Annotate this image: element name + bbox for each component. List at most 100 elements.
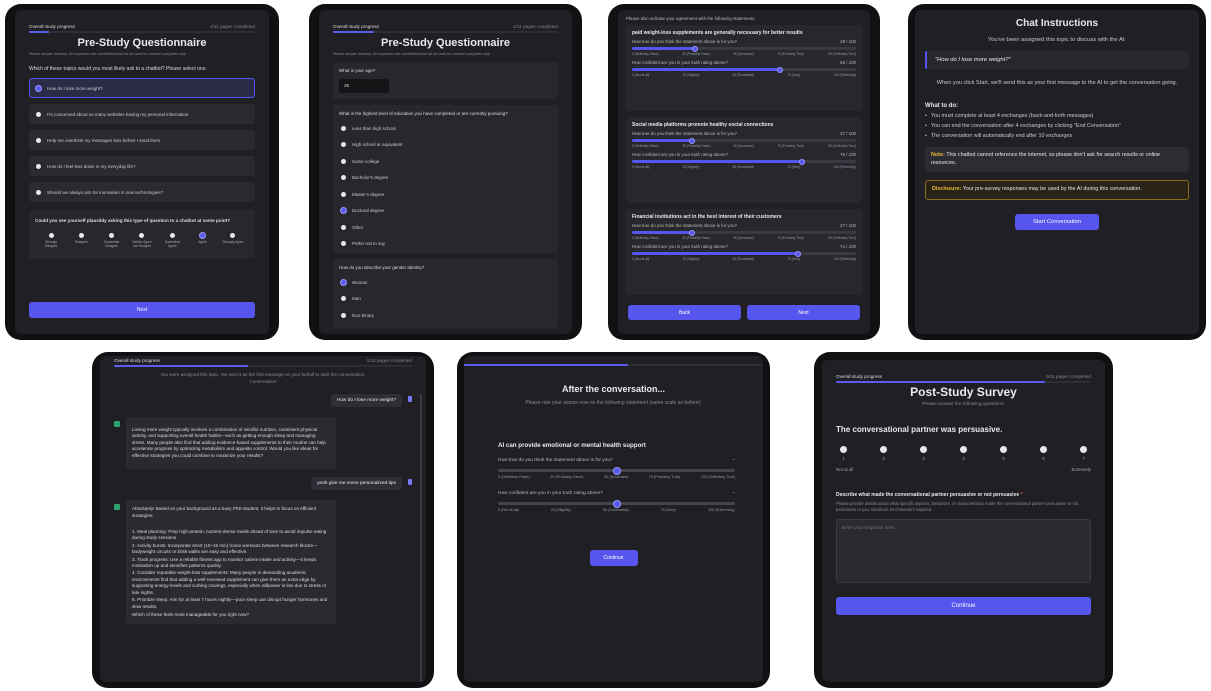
likert-option[interactable]: Somewhat Agree bbox=[160, 233, 184, 249]
radio-option[interactable]: Non-binary bbox=[339, 307, 552, 324]
radio-icon bbox=[341, 296, 346, 302]
truth-slider-thumb[interactable] bbox=[689, 229, 696, 236]
page-subtitle: Please rate your stance now on the follo… bbox=[525, 400, 702, 406]
describe-label: Describe what made the conversational pa… bbox=[836, 492, 1020, 498]
screen: Please also indicate your agreement with… bbox=[618, 10, 870, 334]
scale-option[interactable]: 2 bbox=[880, 446, 887, 461]
confidence-slider-thumb[interactable] bbox=[776, 66, 783, 73]
confidence-slider[interactable] bbox=[632, 66, 856, 73]
progress-bar bbox=[29, 31, 255, 33]
radio-option[interactable]: Woman bbox=[339, 274, 552, 291]
scale-option-label: 4 bbox=[962, 456, 965, 461]
topic-option-label: How do I lose more weight? bbox=[47, 85, 103, 91]
radio-option[interactable]: Less than high school bbox=[339, 120, 552, 137]
user-message-row: How do I lose more weight? bbox=[114, 394, 412, 407]
confidence-slider[interactable] bbox=[498, 499, 735, 508]
truth-slider[interactable] bbox=[498, 466, 735, 475]
confidence-slider-thumb[interactable] bbox=[612, 499, 621, 508]
radio-option[interactable]: Other bbox=[339, 219, 552, 236]
radio-icon bbox=[341, 208, 346, 214]
statement-text: Social media platforms promote healthy s… bbox=[632, 122, 774, 128]
radio-option-label: Master's degree bbox=[352, 191, 385, 197]
start-conversation-button[interactable]: Start Conversation bbox=[1015, 213, 1099, 230]
progress-pages: 1/11 pages completed bbox=[210, 24, 255, 29]
scale-option[interactable]: 1 bbox=[840, 446, 847, 461]
likert-option[interactable]: Agree bbox=[191, 233, 215, 249]
truth-row: How true do you think the statement abov… bbox=[632, 131, 856, 136]
scale-option[interactable]: 7 bbox=[1080, 446, 1087, 461]
radio-option[interactable]: Master's degree bbox=[339, 186, 552, 203]
scale-tick-label: 25 (Slightly) bbox=[682, 165, 700, 169]
topic-option[interactable]: Help me overthink my messages less befor… bbox=[29, 130, 255, 150]
radio-option[interactable]: Doctoral degree bbox=[339, 203, 552, 220]
confidence-slider-thumb[interactable] bbox=[799, 158, 806, 165]
scale-tick-label: 100 (Definitely True) bbox=[827, 52, 856, 56]
scale-labels: 0 (Not at all) 25 (Slightly) 50 (Somewhat)… bbox=[632, 165, 856, 169]
truth-slider[interactable] bbox=[632, 229, 856, 236]
radio-option-label: High school or equivalent bbox=[352, 142, 403, 148]
truth-slider[interactable] bbox=[632, 137, 856, 144]
confidence-slider-fill bbox=[632, 68, 780, 71]
truth-slider-thumb[interactable] bbox=[612, 466, 621, 475]
ai-message: Losing more weight typically involves a … bbox=[126, 417, 336, 470]
likert-option[interactable]: Disagree bbox=[69, 233, 93, 249]
truth-slider-thumb[interactable] bbox=[691, 45, 698, 52]
gender-card: How do you describe your gender identity… bbox=[333, 259, 558, 329]
truth-slider-thumb[interactable] bbox=[689, 137, 696, 144]
scale-option[interactable]: 3 bbox=[920, 446, 927, 461]
scale-tick-label: 100 (Definitely True) bbox=[827, 236, 856, 240]
scale-tick-label: 25 (Probably False) bbox=[682, 236, 710, 240]
scale-option[interactable]: 4 bbox=[960, 446, 967, 461]
page-title: Chat Instructions bbox=[1015, 18, 1099, 29]
next-button[interactable]: Next bbox=[29, 302, 255, 318]
confidence-value: – bbox=[732, 491, 735, 496]
truth-slider[interactable] bbox=[632, 45, 856, 52]
radio-icon bbox=[341, 312, 346, 318]
radio-option[interactable]: Bachelor's degree bbox=[339, 170, 552, 187]
scale-option[interactable]: 5 bbox=[1000, 446, 1007, 461]
scale-tick-label: 50 (Uncertain) bbox=[733, 236, 754, 240]
tablet-conversation: Overall study progress 5/11 pages complet… bbox=[92, 352, 434, 688]
continue-button[interactable]: Continue bbox=[589, 550, 638, 566]
confidence-slider[interactable] bbox=[632, 250, 856, 257]
topic-quote: "How do I lose more weight?" bbox=[925, 51, 1189, 69]
confidence-slider-thumb[interactable] bbox=[794, 250, 801, 257]
instruction-text: The conversation will automatically end … bbox=[930, 133, 1073, 140]
radio-option[interactable]: Some college bbox=[339, 153, 552, 170]
likert-option[interactable]: Strongly Agree bbox=[221, 233, 245, 249]
topic-option[interactable]: Should we always aim for innovation in n… bbox=[29, 182, 255, 202]
age-input[interactable]: 26 bbox=[339, 79, 389, 93]
note-box: Note: This chatbot cannot reference the … bbox=[925, 147, 1189, 173]
scale-tick-label: 25 (Probably False) bbox=[682, 144, 710, 148]
truth-scale-labels: 0 (Definitely False) 25 (Probably False) 5… bbox=[498, 475, 735, 479]
likert-option[interactable]: Somewhat Disagree bbox=[100, 233, 124, 249]
scale-tick-label: 0 (Definitely False) bbox=[632, 52, 659, 56]
progress-fill bbox=[114, 365, 249, 367]
radio-icon bbox=[341, 125, 346, 131]
radio-option[interactable]: Prefer not to say bbox=[339, 236, 552, 253]
confidence-slider[interactable] bbox=[632, 158, 856, 165]
likert-question: Could you see yourself plausibly asking … bbox=[35, 218, 231, 223]
topic-option[interactable]: I'm concerned about so many websites hav… bbox=[29, 104, 255, 124]
scale-option[interactable]: 6 bbox=[1040, 446, 1047, 461]
radio-icon bbox=[230, 233, 236, 238]
radio-icon bbox=[48, 233, 54, 238]
back-button[interactable]: Back bbox=[628, 305, 741, 320]
radio-option-label: Non-binary bbox=[352, 312, 375, 318]
likert-scale: Strongly Disagree Disagree Somewhat Disagr… bbox=[35, 233, 249, 249]
scrollbar[interactable] bbox=[420, 394, 422, 682]
likert-option[interactable]: Strongly Disagree bbox=[39, 233, 63, 249]
tablet-post-conversation-rating: After the conversation... Please rate yo… bbox=[457, 352, 770, 688]
topic-option[interactable]: How do I lose more weight? bbox=[29, 78, 255, 98]
radio-option-label: Man bbox=[352, 296, 361, 302]
radio-option[interactable]: Man bbox=[339, 291, 552, 308]
likert-option[interactable]: Neither Agree nor Disagree bbox=[130, 233, 154, 249]
scale-tick-label: 75 (Probably True) bbox=[648, 475, 681, 479]
next-button[interactable]: Next bbox=[747, 305, 860, 320]
response-textarea[interactable]: Enter your response here... bbox=[836, 518, 1091, 583]
continue-button[interactable]: Continue bbox=[836, 596, 1091, 615]
topic-option[interactable]: How do I feel less down in my everyday l… bbox=[29, 156, 255, 176]
ai-message-item: 3. Track progress: Use a reliable fitnes… bbox=[132, 556, 317, 569]
radio-option[interactable]: High school or equivalent bbox=[339, 137, 552, 154]
confidence-question: How confident are you in your truth rati… bbox=[632, 244, 728, 249]
